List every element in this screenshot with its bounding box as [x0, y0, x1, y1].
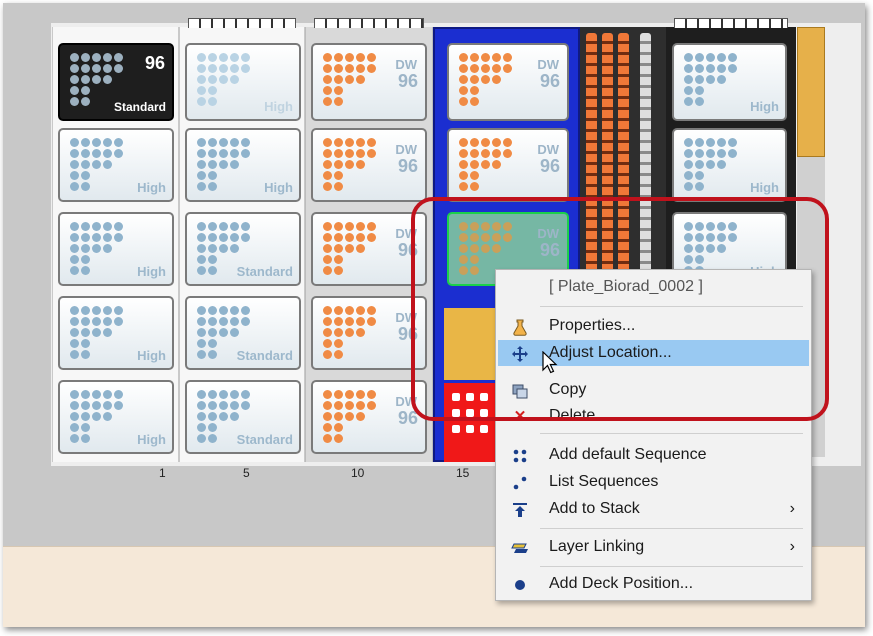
submenu-arrow-icon: › — [789, 538, 795, 555]
menu-item-add-default-sequence[interactable]: Add default Sequence — [498, 442, 809, 468]
plate-well-count: 96 — [397, 156, 418, 176]
plate-label: High — [137, 180, 166, 195]
menu-item-label: List Sequences — [549, 473, 659, 490]
plate-label: High — [750, 180, 779, 195]
plate-wells — [323, 138, 376, 191]
plate-wells — [323, 53, 376, 106]
plate-type-label: DW — [537, 142, 559, 157]
plate-label: Standard — [236, 348, 293, 363]
column-number: 5 — [243, 466, 250, 480]
list-sequences-icon — [511, 474, 529, 492]
plate-wells — [197, 138, 250, 191]
menu-item-layer-linking[interactable]: Layer Linking › — [498, 534, 809, 560]
deck-position-icon — [511, 576, 529, 594]
plate-label: High — [750, 99, 779, 114]
menu-item-add-deck-position[interactable]: Add Deck Position... — [498, 571, 809, 597]
plate[interactable]: Standard — [185, 380, 301, 454]
plate[interactable]: High — [58, 296, 174, 370]
plate-type-label: DW — [395, 142, 417, 157]
plate-label: High — [264, 180, 293, 195]
plate[interactable]: High — [672, 43, 787, 121]
rack-tabs — [674, 18, 788, 28]
plate-wells — [197, 53, 250, 106]
layer-link-icon — [511, 539, 529, 557]
menu-item-label: Add to Stack — [549, 500, 640, 517]
sequence-icon — [511, 447, 529, 465]
plate-well-count: 96 — [397, 71, 418, 91]
plate-type-label: DW — [537, 57, 559, 72]
menu-separator — [540, 528, 803, 529]
plate-wells — [70, 53, 123, 106]
plate-label: Standard — [113, 100, 166, 114]
plate-label: Standard — [236, 264, 293, 279]
plate[interactable]: High — [672, 128, 787, 202]
plate[interactable]: DW 96 — [311, 43, 427, 121]
plate[interactable]: DW 96 — [311, 380, 427, 454]
plate[interactable]: Standard 96 — [58, 43, 174, 121]
column-number: 15 — [456, 466, 470, 480]
menu-item-label: Add default Sequence — [549, 446, 707, 463]
submenu-arrow-icon: › — [789, 500, 795, 517]
plate[interactable]: Standard — [185, 296, 301, 370]
menu-separator — [540, 566, 803, 567]
plate[interactable]: High — [185, 43, 301, 121]
plate[interactable]: High — [58, 128, 174, 202]
stack-icon — [511, 501, 529, 519]
column-number: 1 — [159, 466, 166, 480]
plate-well-count: 96 — [144, 53, 165, 73]
menu-separator — [540, 433, 803, 434]
plate-well-count: 96 — [539, 71, 560, 91]
yellow-carrier[interactable] — [797, 27, 825, 157]
plate[interactable]: Standard — [185, 212, 301, 286]
plate-label: High — [137, 432, 166, 447]
plate-wells — [323, 222, 376, 275]
menu-item-label: Add Deck Position... — [549, 575, 694, 592]
plate-wells — [459, 138, 512, 191]
plate-well-count: 96 — [539, 156, 560, 176]
plate-type-label: DW — [395, 57, 417, 72]
plate-wells — [323, 390, 376, 443]
plate-label: High — [137, 348, 166, 363]
plate-wells — [323, 306, 376, 359]
rack-tabs — [314, 18, 424, 28]
plate[interactable]: DW 96 — [311, 212, 427, 286]
plate[interactable]: High — [185, 128, 301, 202]
column-number: 10 — [351, 466, 365, 480]
plate-label: Standard — [236, 432, 293, 447]
plate-wells — [70, 390, 123, 443]
plate[interactable]: DW 96 — [447, 128, 569, 202]
rack-tabs — [188, 18, 296, 28]
screenshot-frame: Standard 96 High High High High High High Standa… — [3, 3, 865, 627]
mouse-cursor-icon — [542, 351, 558, 374]
plate-label: High — [264, 99, 293, 114]
plate-wells — [684, 138, 737, 191]
plate-label: High — [137, 264, 166, 279]
plate-wells — [70, 222, 123, 275]
plate-wells — [70, 138, 123, 191]
annotation-highlight-box — [411, 197, 829, 421]
plate[interactable]: High — [58, 212, 174, 286]
menu-item-add-to-stack[interactable]: Add to Stack › — [498, 496, 809, 522]
menu-item-list-sequences[interactable]: List Sequences — [498, 469, 809, 495]
plate[interactable]: DW 96 — [311, 296, 427, 370]
plate[interactable]: High — [58, 380, 174, 454]
plate-wells — [684, 53, 737, 106]
plate-wells — [459, 53, 512, 106]
menu-item-label: Layer Linking — [549, 538, 645, 555]
plate[interactable]: DW 96 — [311, 128, 427, 202]
plate-wells — [70, 306, 123, 359]
plate[interactable]: DW 96 — [447, 43, 569, 121]
